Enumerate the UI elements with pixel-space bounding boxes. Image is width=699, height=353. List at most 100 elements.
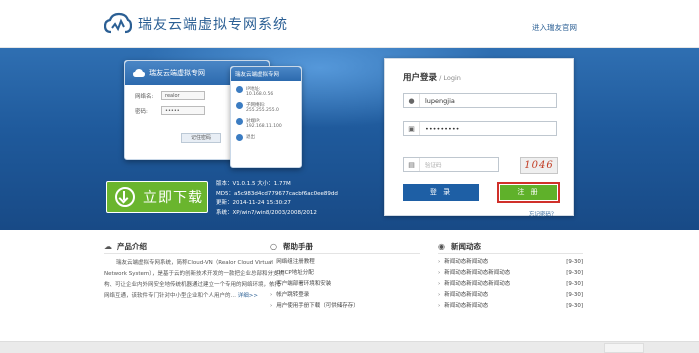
lightbulb-icon: ○ <box>270 241 277 251</box>
username-value: lupengjia <box>425 96 455 105</box>
news-item[interactable]: › 新闻动态新闻动态 [9-30] <box>438 301 583 312</box>
preview-value: ••••• <box>161 106 205 115</box>
product-text: 瑞友云端虚拟专网系统，简称Cloud-VN（Realor Cloud Virtu… <box>104 258 284 302</box>
manual-item: 帐户跳转登录 <box>276 292 310 298</box>
lock-icon: ▣ <box>404 122 420 135</box>
news-date: [9-30] <box>566 281 583 287</box>
login-title: 用户登录 / Login <box>403 71 461 83</box>
list-item[interactable]: › 网络组注册教程 <box>270 257 420 268</box>
news-item[interactable]: › 新闻动态新闻动态新闻动态 [9-30] <box>438 279 583 290</box>
bullet-icon: › <box>438 303 441 309</box>
news-date: [9-30] <box>566 259 583 265</box>
bullet-icon: › <box>270 270 273 276</box>
news-heading-text: 新闻动态 <box>451 241 481 251</box>
news-item[interactable]: › 新闻动态新闻动态 [9-30] <box>438 290 583 301</box>
preview-value: realor <box>161 91 205 100</box>
preview-small-footer: 退出 <box>246 135 255 140</box>
download-now-button[interactable]: 立即下载 <box>106 181 208 213</box>
manual-item: 客户端部署环境和安装 <box>276 281 332 287</box>
version-line: 版本：V1.0.1.5 大小：1.77M <box>216 181 291 187</box>
list-item[interactable]: › 帐户跳转登录 <box>270 290 420 301</box>
cloud-logo-icon <box>104 12 132 34</box>
manual-item: 用户使用手册下载（可供储存存） <box>276 303 359 309</box>
preview-title: 瑞友云端虚拟专网 <box>149 69 205 77</box>
product-heading-text: 产品介绍 <box>117 241 147 251</box>
news-title: 新闻动态新闻动态 <box>444 259 489 265</box>
bullet-icon: › <box>270 281 273 287</box>
news-item[interactable]: › 新闻动态新闻动态 [9-30] <box>438 257 583 268</box>
login-title-cn: 用户登录 <box>403 73 438 83</box>
footer <box>0 341 699 353</box>
forgot-password-link[interactable]: 忘记密码？ <box>529 210 557 218</box>
password-value: ••••••••• <box>425 124 460 133</box>
updated-line: 更新：2014-11-24 15:30:27 <box>216 200 291 206</box>
cloud-icon: ☁ <box>104 241 112 251</box>
news-date: [9-30] <box>566 270 583 276</box>
bullet-icon: › <box>438 292 441 298</box>
manual-heading: ○ 帮助手册 <box>270 242 420 254</box>
client-preview-small: 瑞友云端虚拟专网 IP地址: 10.168.0.56 子网掩码: 255.255.2… <box>230 66 302 168</box>
exit-icon <box>236 134 243 141</box>
bullet-icon: › <box>438 281 441 287</box>
news-heading: ◉ 新闻动态 <box>438 242 583 254</box>
news-title: 新闻动态新闻动态新闻动态 <box>444 281 511 287</box>
list-item[interactable]: › 客户端部署环境和安装 <box>270 279 420 290</box>
news-title: 新闻动态新闻动态新闻动态 <box>444 270 511 276</box>
bullet-icon: › <box>438 259 441 265</box>
news-item[interactable]: › 新闻动态新闻动态新闻动态 [9-30] <box>438 268 583 279</box>
list-item[interactable]: › 用户使用手册下载（可供储存存） <box>270 301 420 312</box>
download-arrow-icon <box>115 187 135 207</box>
download-label: 立即下载 <box>143 190 203 206</box>
list-item[interactable]: › DHCP地址分配 <box>270 268 420 279</box>
captcha-field[interactable]: ▤ 验证码 <box>403 157 499 172</box>
product-heading: ☁ 产品介绍 <box>104 242 284 254</box>
captcha-icon: ▤ <box>404 158 420 171</box>
product-intro: ☁ 产品介绍 瑞友云端虚拟专网系统，简称Cloud-VN（Realor Clou… <box>104 242 284 302</box>
header: 瑞友云端虚拟专网系统 进入瑞友官网 <box>0 0 699 48</box>
enter-official-site-link[interactable]: 进入瑞友官网 <box>532 22 577 33</box>
hero-banner: 瑞友云端虚拟专网 网络名: realor 密码: ••••• 记住密码 瑞友云端… <box>0 48 699 230</box>
bullet-icon: › <box>270 292 273 298</box>
preview-small-value: 255.255.255.0 <box>246 108 279 113</box>
news-section: ◉ 新闻动态 › 新闻动态新闻动态 [9-30] › 新闻动态新闻动态新闻动态 [9-3… <box>438 242 583 312</box>
site-title: 瑞友云端虚拟专网系统 <box>138 17 288 33</box>
news-title: 新闻动态新闻动态 <box>444 303 489 309</box>
preview-small-row: 子网掩码: 255.255.255.0 <box>236 102 301 113</box>
username-field[interactable]: ● lupengjia <box>403 93 557 108</box>
network-icon <box>236 86 243 93</box>
preview-small-value: 10.168.0.56 <box>246 92 274 97</box>
news-title: 新闻动态新闻动态 <box>444 292 489 298</box>
globe-icon: ◉ <box>438 241 445 251</box>
logo[interactable]: 瑞友云端虚拟专网系统 <box>104 12 288 36</box>
news-date: [9-30] <box>566 303 583 309</box>
md5-line: MD5：a5c983d4cd779677cacbf6ac0ee89dd <box>216 190 338 197</box>
captcha-placeholder: 验证码 <box>425 162 442 169</box>
preview-button: 记住密码 <box>181 133 221 143</box>
info-section: ☁ 产品介绍 瑞友云端虚拟专网系统，简称Cloud-VN（Realor Clou… <box>0 230 699 353</box>
manual-item: 网络组注册教程 <box>276 259 315 265</box>
manual-item: DHCP地址分配 <box>276 270 314 276</box>
cloud-icon <box>133 68 145 77</box>
captcha-image[interactable]: 1046 <box>520 157 558 174</box>
bullet-icon: › <box>270 303 273 309</box>
bullet-icon: › <box>270 259 273 265</box>
corner-badge <box>604 343 644 353</box>
preview-small-row: 对端IP: 192.168.11.100 <box>236 118 301 129</box>
page: 瑞友云端虚拟专网系统 进入瑞友官网 瑞友云端虚拟专网 网络名: realor 密… <box>0 0 699 353</box>
preview-label: 密码: <box>135 108 148 115</box>
version-info: 版本：V1.0.1.5 大小：1.77M MD5：a5c983d4cd77967… <box>216 180 338 218</box>
network-icon <box>236 102 243 109</box>
login-title-en: / Login <box>437 74 461 82</box>
news-date: [9-30] <box>566 292 583 298</box>
login-button[interactable]: 登 录 <box>403 184 479 201</box>
preview-small-title: 瑞友云端虚拟专网 <box>231 67 301 81</box>
preview-small-row: 退出 <box>236 134 301 141</box>
system-line: 系统：XP/win7/win8/2003/2008/2012 <box>216 209 317 216</box>
password-field[interactable]: ▣ ••••••••• <box>403 121 557 136</box>
network-icon <box>236 118 243 125</box>
register-button-highlight: 注 册 <box>497 182 560 203</box>
login-panel: 用户登录 / Login ● lupengjia ▣ ••••••••• ▤ 验… <box>384 58 574 218</box>
register-button[interactable]: 注 册 <box>500 185 557 200</box>
bullet-icon: › <box>438 270 441 276</box>
product-more-link[interactable]: 详细>> <box>238 293 258 299</box>
